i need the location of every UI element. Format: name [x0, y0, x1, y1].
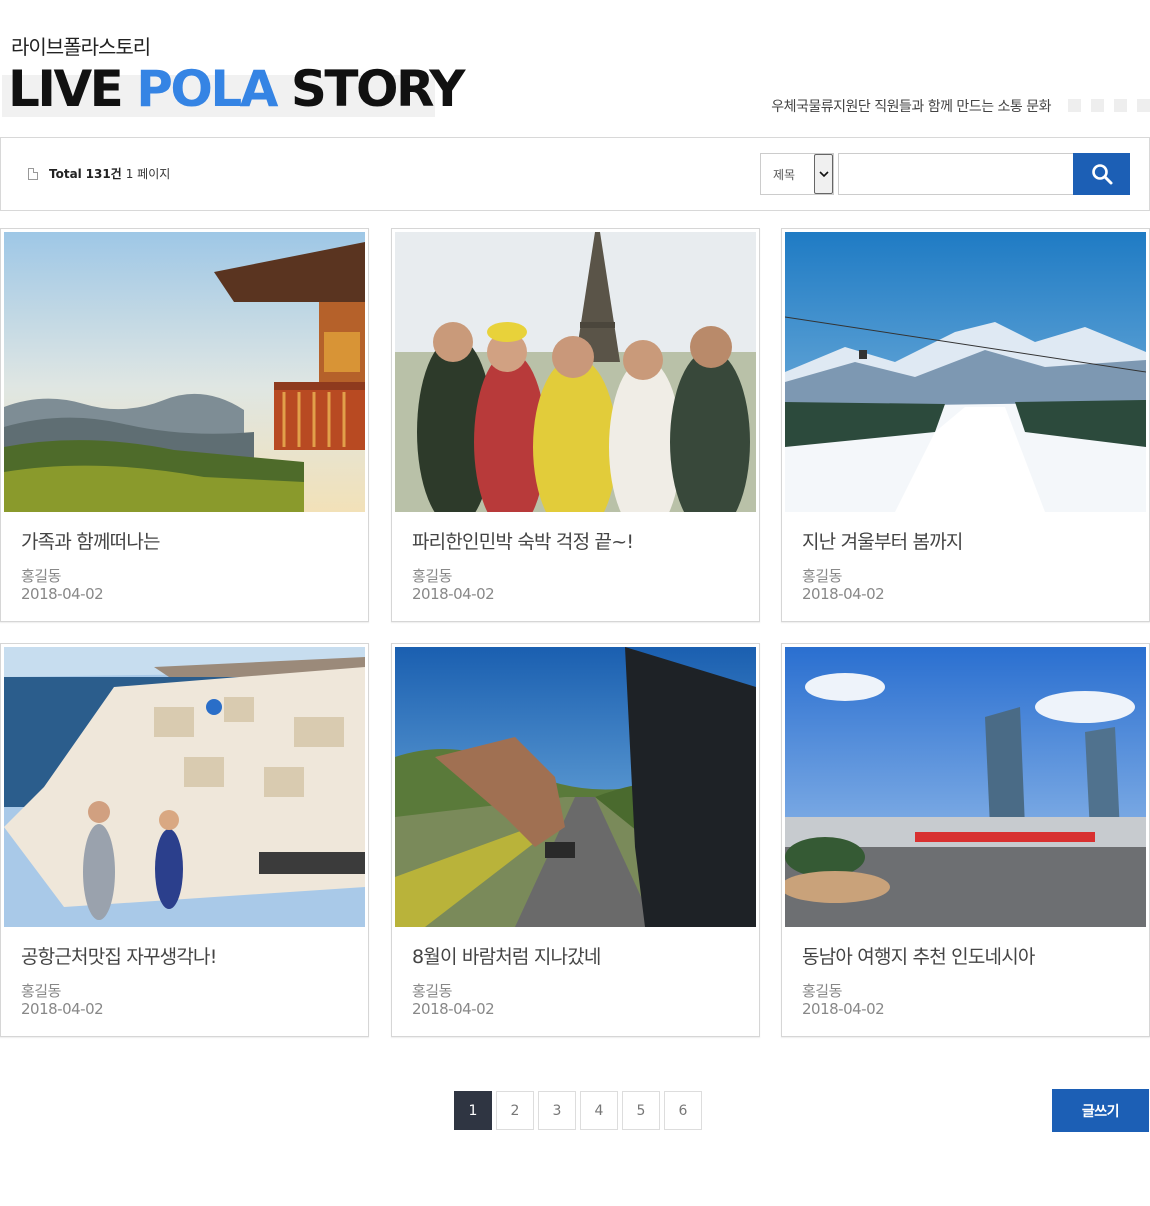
search-input[interactable] [838, 153, 1074, 195]
post-author: 홍길동 [21, 567, 61, 585]
pagination: 1 2 3 4 5 6 [454, 1091, 702, 1130]
post-card[interactable]: 8월이 바람처럼 지나갔네 홍길동 2018-04-02 [391, 643, 760, 1037]
post-thumbnail[interactable] [4, 647, 365, 927]
page-3[interactable]: 3 [538, 1091, 576, 1130]
page-5[interactable]: 5 [622, 1091, 660, 1130]
post-thumbnail[interactable] [785, 647, 1146, 927]
post-card[interactable]: 공항근처맛집 자꾸생각나! 홍길동 2018-04-02 [0, 643, 369, 1037]
post-date: 2018-04-02 [21, 585, 104, 603]
post-card[interactable]: 지난 겨울부터 봄까지 홍길동 2018-04-02 [781, 228, 1150, 622]
post-title[interactable]: 파리한인민박 숙박 걱정 끝~! [412, 527, 634, 554]
post-date: 2018-04-02 [412, 1000, 495, 1018]
post-card[interactable]: 동남아 여행지 추천 인도네시아 홍길동 2018-04-02 [781, 643, 1150, 1037]
search-field-selected: 제목 [773, 168, 796, 182]
post-title[interactable]: 공항근처맛집 자꾸생각나! [21, 942, 217, 969]
total-label: Total [49, 166, 82, 181]
post-date: 2018-04-02 [21, 1000, 104, 1018]
post-author: 홍길동 [802, 982, 842, 1000]
post-author: 홍길동 [802, 567, 842, 585]
page-info: 1 페이지 [125, 167, 171, 181]
total-count: Total 131건 1 페이지 [28, 165, 170, 182]
page-1[interactable]: 1 [454, 1091, 492, 1130]
post-title[interactable]: 8월이 바람처럼 지나갔네 [412, 942, 601, 969]
post-date: 2018-04-02 [802, 1000, 885, 1018]
post-thumbnail[interactable] [4, 232, 365, 512]
post-author: 홍길동 [21, 982, 61, 1000]
document-icon [28, 167, 38, 180]
page-6[interactable]: 6 [664, 1091, 702, 1130]
page-4[interactable]: 4 [580, 1091, 618, 1130]
write-button[interactable]: 글쓰기 [1052, 1089, 1149, 1132]
title-pola: POLA [136, 60, 278, 118]
post-title[interactable]: 가족과 함께떠나는 [21, 527, 160, 554]
decorative-dots [1068, 99, 1150, 112]
post-author: 홍길동 [412, 982, 452, 1000]
post-date: 2018-04-02 [802, 585, 885, 603]
page-subtitle: 라이브폴라스토리 [11, 35, 151, 59]
title-live: LIVE [8, 60, 124, 118]
total-count-value: 131건 [85, 167, 122, 181]
page-tagline: 우체국물류지원단 직원들과 함께 만드는 소통 문화 [771, 99, 1051, 115]
post-thumbnail[interactable] [395, 232, 756, 512]
title-story: STORY [290, 60, 466, 118]
search-button[interactable] [1073, 153, 1130, 195]
post-date: 2018-04-02 [412, 585, 495, 603]
search-toolbar: Total 131건 1 페이지 제목 [0, 137, 1150, 211]
page-title: LIVE POLA STORY [8, 58, 466, 120]
page-2[interactable]: 2 [496, 1091, 534, 1130]
search-icon [1091, 164, 1112, 185]
chevron-down-icon[interactable] [814, 154, 833, 194]
post-card[interactable]: 파리한인민박 숙박 걱정 끝~! 홍길동 2018-04-02 [391, 228, 760, 622]
post-thumbnail[interactable] [785, 232, 1146, 512]
post-thumbnail[interactable] [395, 647, 756, 927]
post-card[interactable]: 가족과 함께떠나는 홍길동 2018-04-02 [0, 228, 369, 622]
post-title[interactable]: 지난 겨울부터 봄까지 [802, 527, 963, 554]
post-title[interactable]: 동남아 여행지 추천 인도네시아 [802, 942, 1035, 969]
post-author: 홍길동 [412, 567, 452, 585]
search-field-select[interactable]: 제목 [760, 153, 834, 195]
